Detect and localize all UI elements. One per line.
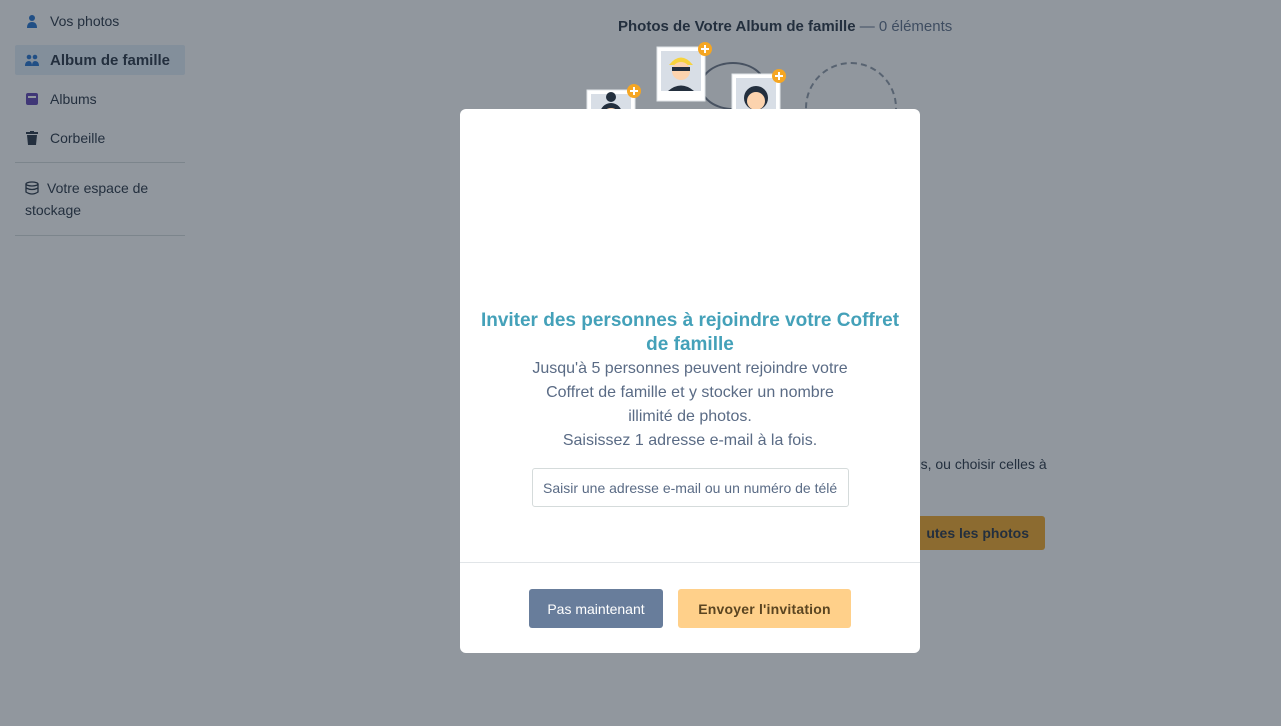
send-invitation-button[interactable]: Envoyer l'invitation bbox=[678, 589, 851, 628]
not-now-button[interactable]: Pas maintenant bbox=[529, 589, 663, 628]
modal-title: Inviter des personnes à rejoindre votre … bbox=[480, 310, 900, 355]
modal-description-line: Saisissez 1 adresse e-mail à la fois. bbox=[562, 432, 818, 449]
modal-description-line: Jusqu'à 5 personnes peuvent rejoindre vo… bbox=[532, 360, 848, 377]
modal-description: Jusqu'à 5 personnes peuvent rejoindre vo… bbox=[460, 357, 920, 453]
email-input[interactable] bbox=[532, 468, 849, 507]
modal-divider bbox=[460, 562, 920, 563]
modal-description-line: illimité de photos. bbox=[628, 408, 752, 425]
modal-description-line: Coffret de famille et y stocker un nombr… bbox=[546, 384, 834, 401]
invite-modal: Inviter des personnes à rejoindre votre … bbox=[460, 109, 920, 653]
polaroid-photo bbox=[656, 42, 712, 102]
